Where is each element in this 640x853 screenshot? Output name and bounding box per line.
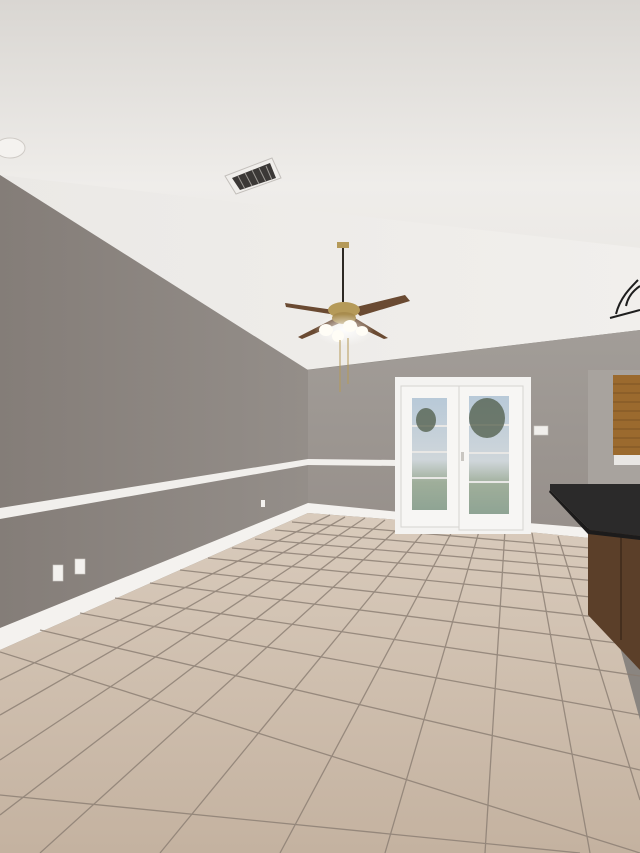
- window-sill: [614, 455, 640, 465]
- fan-bulb-2: [343, 320, 357, 332]
- outlet-plate-2: [74, 558, 86, 575]
- outlet-plate-3: [261, 500, 265, 507]
- fan-bulb-1: [319, 324, 333, 336]
- door-handle[interactable]: [461, 452, 464, 461]
- fan-bulb-3: [332, 330, 344, 342]
- outlet-plate-1: [52, 564, 64, 582]
- window-blinds: [613, 375, 640, 455]
- room-scene: [0, 0, 640, 853]
- fan-bulb-4: [356, 326, 368, 336]
- chair-rail-back: [308, 459, 398, 466]
- smoke-detector: [0, 137, 26, 159]
- light-switch-plate[interactable]: [533, 425, 549, 436]
